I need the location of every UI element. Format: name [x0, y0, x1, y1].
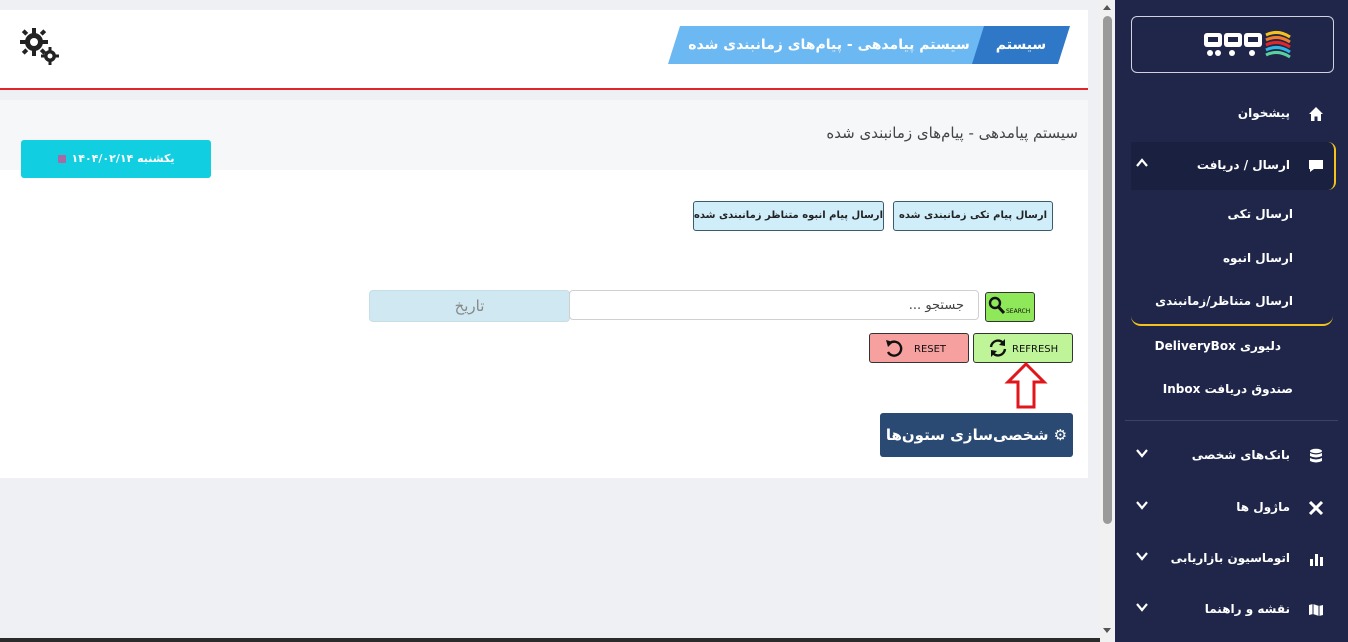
search-input[interactable]: جستجو ... — [569, 290, 979, 320]
undo-icon — [886, 340, 903, 357]
search-icon — [988, 296, 1006, 315]
sidebar-item-label: ارسال / دریافت — [1196, 158, 1290, 172]
sidebar-subitem-active-underline — [1131, 302, 1333, 326]
sidebar-item-label: نقشه و راهنما — [1204, 602, 1290, 616]
chart-icon — [1310, 554, 1323, 566]
tools-icon — [1308, 500, 1324, 516]
sidebar-item-dashboard[interactable]: پیشخوان — [1115, 94, 1348, 134]
chevron-down-icon — [1136, 449, 1148, 458]
top-bar: سیستم پیامدهی - پیام‌های زمانبندی شده سی… — [0, 10, 1088, 90]
sidebar-divider — [1125, 420, 1338, 421]
sidebar-item-label: ماژول ها — [1236, 500, 1290, 514]
search-button-label: SEARCH — [1006, 308, 1031, 315]
sidebar-item-label: اتوماسیون بازاریابی — [1170, 551, 1290, 565]
reset-button[interactable]: RESET — [869, 333, 969, 363]
refresh-icon — [989, 339, 1007, 357]
customize-columns-button[interactable]: ⚙ شخصی‌سازی ستون‌ها — [880, 413, 1073, 457]
message-icon — [1309, 160, 1323, 172]
sidebar-item-marketing-automation[interactable]: اتوماسیون بازاریابی — [1115, 539, 1348, 579]
breadcrumb-current[interactable]: سیستم پیامدهی - پیام‌های زمانبندی شده — [668, 26, 990, 64]
main-area: سیستم پیامدهی - پیام‌های زمانبندی شده سی… — [0, 0, 1100, 642]
sidebar-item-label: بانک‌های شخصی — [1191, 448, 1290, 462]
sidebar-item-send-receive[interactable]: ارسال / دریافت — [1115, 146, 1348, 186]
search-button[interactable]: SEARCH — [985, 292, 1035, 322]
sidebar: پیشخوان ارسال / دریافت ارسال تکی ارسال ا… — [1115, 0, 1348, 642]
schedule-bulk-button[interactable]: ارسال پیام انبوه متناظر زمانبندی شده — [693, 201, 884, 231]
chevron-down-icon — [1136, 603, 1148, 612]
schedule-single-button[interactable]: ارسال پیام تکی زمانبندی شده — [893, 201, 1053, 231]
home-icon — [1309, 107, 1323, 121]
chevron-down-icon — [1136, 501, 1148, 510]
date-label: یکشنبه ۱۴۰۴/۰۲/۱۴ — [71, 152, 175, 165]
scroll-down-icon[interactable] — [1103, 628, 1111, 633]
sidebar-item-modules[interactable]: ماژول ها — [1115, 488, 1348, 528]
database-icon — [1310, 448, 1322, 463]
date-badge[interactable]: یکشنبه ۱۴۰۴/۰۲/۱۴ — [21, 140, 211, 178]
sidebar-subitem-single[interactable]: ارسال تکی — [1227, 207, 1293, 221]
sidebar-item-personal-banks[interactable]: بانک‌های شخصی — [1115, 436, 1348, 476]
sidebar-subitem-inbox[interactable]: صندوق دریافت Inbox — [1163, 382, 1293, 396]
map-icon — [1309, 604, 1323, 616]
page-title: سیستم پیامدهی - پیام‌های زمانبندی شده — [826, 124, 1078, 142]
content-panel: سیستم پیامدهی - پیام‌های زمانبندی شده یک… — [0, 100, 1088, 478]
brand-logo-icon — [1204, 30, 1291, 59]
chevron-up-icon — [1136, 158, 1148, 167]
reset-label: RESET — [914, 344, 947, 355]
sidebar-item-label: پیشخوان — [1237, 106, 1290, 120]
date-filter-input[interactable]: تاریخ — [369, 290, 570, 322]
refresh-label: REFRESH — [1012, 344, 1059, 355]
bottom-strip — [0, 638, 1100, 642]
breadcrumb-root[interactable]: سیستم — [972, 26, 1070, 64]
scrollbar-thumb[interactable] — [1103, 16, 1112, 524]
chevron-down-icon — [1136, 552, 1148, 561]
scroll-up-icon[interactable] — [1103, 5, 1111, 10]
calendar-icon — [57, 155, 66, 163]
refresh-button[interactable]: REFRESH — [973, 333, 1073, 363]
sidebar-subitem-bulk[interactable]: ارسال انبوه — [1223, 251, 1293, 265]
logo[interactable] — [1131, 16, 1334, 73]
sidebar-item-map-guide[interactable]: نقشه و راهنما — [1115, 590, 1348, 630]
settings-gears-icon[interactable] — [18, 24, 62, 68]
red-arrow-annotation — [1004, 362, 1048, 409]
vertical-scrollbar[interactable] — [1100, 0, 1115, 642]
sidebar-subitem-deliverybox[interactable]: دلیوری DeliveryBox — [1155, 339, 1281, 353]
